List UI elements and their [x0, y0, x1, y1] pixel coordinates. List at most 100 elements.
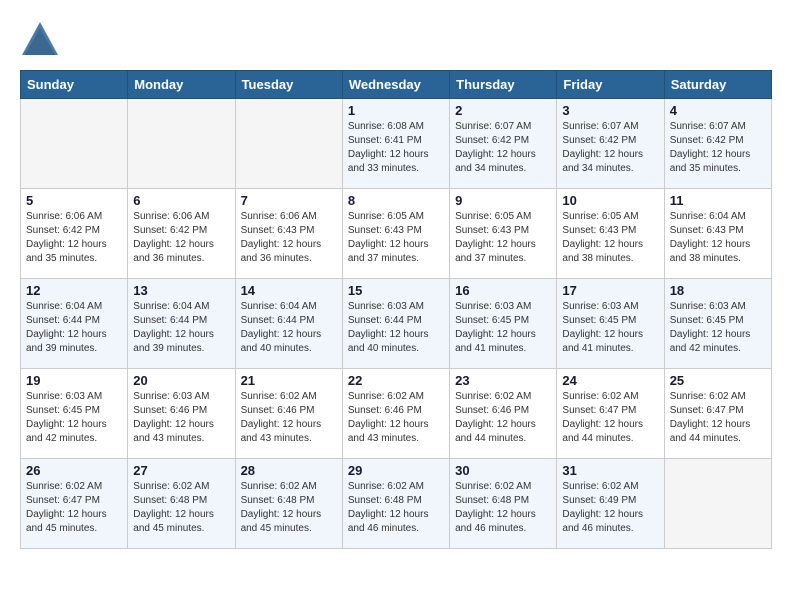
day-number: 22	[348, 373, 444, 388]
day-number: 28	[241, 463, 337, 478]
day-number: 1	[348, 103, 444, 118]
day-number: 11	[670, 193, 766, 208]
day-info: Sunrise: 6:02 AM Sunset: 6:49 PM Dayligh…	[562, 480, 658, 536]
calendar-day-27: 27 Sunrise: 6:02 AM Sunset: 6:48 PM Dayli…	[128, 459, 235, 549]
day-number: 2	[455, 103, 551, 118]
calendar-day-3: 3 Sunrise: 6:07 AM Sunset: 6:42 PM Daylig…	[557, 99, 664, 189]
calendar-day-15: 15 Sunrise: 6:03 AM Sunset: 6:44 PM Dayli…	[342, 279, 449, 369]
header-sunday: Sunday	[21, 71, 128, 99]
day-info: Sunrise: 6:03 AM Sunset: 6:45 PM Dayligh…	[26, 390, 122, 446]
day-number: 31	[562, 463, 658, 478]
day-info: Sunrise: 6:04 AM Sunset: 6:44 PM Dayligh…	[26, 300, 122, 356]
day-number: 4	[670, 103, 766, 118]
calendar-day-20: 20Sunrise: 6:03 AM Sunset: 6:46 PM Dayli…	[128, 369, 235, 459]
day-info: Sunrise: 6:02 AM Sunset: 6:47 PM Dayligh…	[562, 390, 658, 446]
calendar-day-12: 12 Sunrise: 6:04 AM Sunset: 6:44 PM Dayli…	[21, 279, 128, 369]
day-info: Sunrise: 6:02 AM Sunset: 6:46 PM Dayligh…	[455, 390, 551, 446]
calendar-day-2: 2 Sunrise: 6:07 AM Sunset: 6:42 PM Daylig…	[450, 99, 557, 189]
calendar-day-16: 16 Sunrise: 6:03 AM Sunset: 6:45 PM Dayli…	[450, 279, 557, 369]
calendar-week-row: 12 Sunrise: 6:04 AM Sunset: 6:44 PM Dayli…	[21, 279, 772, 369]
calendar-day-30: 30 Sunrise: 6:02 AM Sunset: 6:48 PM Dayli…	[450, 459, 557, 549]
calendar-day-31: 31 Sunrise: 6:02 AM Sunset: 6:49 PM Dayli…	[557, 459, 664, 549]
day-number: 25	[670, 373, 766, 388]
calendar-day-5: 5 Sunrise: 6:06 AM Sunset: 6:42 PM Daylig…	[21, 189, 128, 279]
calendar-day-11: 11 Sunrise: 6:04 AM Sunset: 6:43 PM Dayli…	[664, 189, 771, 279]
day-number: 10	[562, 193, 658, 208]
calendar-table: SundayMondayTuesdayWednesdayThursdayFrid…	[20, 70, 772, 549]
calendar-day-14: 14 Sunrise: 6:04 AM Sunset: 6:44 PM Dayli…	[235, 279, 342, 369]
calendar-header-row: SundayMondayTuesdayWednesdayThursdayFrid…	[21, 71, 772, 99]
day-number: 17	[562, 283, 658, 298]
day-info: Sunrise: 6:05 AM Sunset: 6:43 PM Dayligh…	[348, 210, 444, 266]
logo-icon	[20, 20, 60, 60]
day-number: 26	[26, 463, 122, 478]
day-info: Sunrise: 6:07 AM Sunset: 6:42 PM Dayligh…	[455, 120, 551, 176]
day-number: 3	[562, 103, 658, 118]
day-number: 19	[26, 373, 122, 388]
day-number: 21	[241, 373, 337, 388]
day-info: Sunrise: 6:06 AM Sunset: 6:42 PM Dayligh…	[26, 210, 122, 266]
day-info: Sunrise: 6:07 AM Sunset: 6:42 PM Dayligh…	[562, 120, 658, 176]
day-info: Sunrise: 6:03 AM Sunset: 6:45 PM Dayligh…	[562, 300, 658, 356]
day-number: 6	[133, 193, 229, 208]
calendar-day-25: 25 Sunrise: 6:02 AM Sunset: 6:47 PM Dayli…	[664, 369, 771, 459]
day-number: 23	[455, 373, 551, 388]
calendar-week-row: 5 Sunrise: 6:06 AM Sunset: 6:42 PM Daylig…	[21, 189, 772, 279]
header-friday: Friday	[557, 71, 664, 99]
calendar-day-10: 10 Sunrise: 6:05 AM Sunset: 6:43 PM Dayli…	[557, 189, 664, 279]
day-number: 18	[670, 283, 766, 298]
day-number: 9	[455, 193, 551, 208]
day-number: 12	[26, 283, 122, 298]
day-number: 16	[455, 283, 551, 298]
calendar-day-28: 28Sunrise: 6:02 AM Sunset: 6:48 PM Dayli…	[235, 459, 342, 549]
day-info: Sunrise: 6:02 AM Sunset: 6:47 PM Dayligh…	[670, 390, 766, 446]
day-info: Sunrise: 6:05 AM Sunset: 6:43 PM Dayligh…	[562, 210, 658, 266]
page-header	[20, 20, 772, 60]
day-number: 27	[133, 463, 229, 478]
header-wednesday: Wednesday	[342, 71, 449, 99]
calendar-empty-cell	[21, 99, 128, 189]
day-info: Sunrise: 6:02 AM Sunset: 6:48 PM Dayligh…	[133, 480, 229, 536]
calendar-empty-cell	[664, 459, 771, 549]
day-number: 30	[455, 463, 551, 478]
calendar-day-26: 26 Sunrise: 6:02 AM Sunset: 6:47 PM Dayli…	[21, 459, 128, 549]
day-number: 14	[241, 283, 337, 298]
day-info: Sunrise: 6:02 AM Sunset: 6:47 PM Dayligh…	[26, 480, 122, 536]
day-info: Sunrise: 6:08 AM Sunset: 6:41 PM Dayligh…	[348, 120, 444, 176]
day-info: Sunrise: 6:03 AM Sunset: 6:45 PM Dayligh…	[455, 300, 551, 356]
day-number: 5	[26, 193, 122, 208]
day-info: Sunrise: 6:04 AM Sunset: 6:43 PM Dayligh…	[670, 210, 766, 266]
calendar-empty-cell	[128, 99, 235, 189]
calendar-week-row: 19 Sunrise: 6:03 AM Sunset: 6:45 PM Dayli…	[21, 369, 772, 459]
day-info: Sunrise: 6:03 AM Sunset: 6:46 PM Dayligh…	[133, 390, 229, 446]
calendar-week-row: 1 Sunrise: 6:08 AM Sunset: 6:41 PM Daylig…	[21, 99, 772, 189]
calendar-day-23: 23 Sunrise: 6:02 AM Sunset: 6:46 PM Dayli…	[450, 369, 557, 459]
day-number: 8	[348, 193, 444, 208]
day-info: Sunrise: 6:04 AM Sunset: 6:44 PM Dayligh…	[241, 300, 337, 356]
calendar-week-row: 26 Sunrise: 6:02 AM Sunset: 6:47 PM Dayli…	[21, 459, 772, 549]
calendar-day-29: 29Sunrise: 6:02 AM Sunset: 6:48 PM Dayli…	[342, 459, 449, 549]
calendar-day-8: 8 Sunrise: 6:05 AM Sunset: 6:43 PM Daylig…	[342, 189, 449, 279]
day-info: Sunrise: 6:05 AM Sunset: 6:43 PM Dayligh…	[455, 210, 551, 266]
day-info: Sunrise: 6:04 AM Sunset: 6:44 PM Dayligh…	[133, 300, 229, 356]
day-info: Sunrise: 6:03 AM Sunset: 6:44 PM Dayligh…	[348, 300, 444, 356]
calendar-day-1: 1 Sunrise: 6:08 AM Sunset: 6:41 PM Daylig…	[342, 99, 449, 189]
day-number: 29	[348, 463, 444, 478]
header-tuesday: Tuesday	[235, 71, 342, 99]
day-info: Sunrise: 6:06 AM Sunset: 6:42 PM Dayligh…	[133, 210, 229, 266]
header-thursday: Thursday	[450, 71, 557, 99]
day-number: 13	[133, 283, 229, 298]
calendar-day-19: 19 Sunrise: 6:03 AM Sunset: 6:45 PM Dayli…	[21, 369, 128, 459]
calendar-day-9: 9 Sunrise: 6:05 AM Sunset: 6:43 PM Daylig…	[450, 189, 557, 279]
day-info: Sunrise: 6:03 AM Sunset: 6:45 PM Dayligh…	[670, 300, 766, 356]
day-number: 24	[562, 373, 658, 388]
day-number: 15	[348, 283, 444, 298]
calendar-day-6: 6 Sunrise: 6:06 AM Sunset: 6:42 PM Daylig…	[128, 189, 235, 279]
calendar-day-18: 18 Sunrise: 6:03 AM Sunset: 6:45 PM Dayli…	[664, 279, 771, 369]
day-info: Sunrise: 6:02 AM Sunset: 6:46 PM Dayligh…	[241, 390, 337, 446]
day-info: Sunrise: 6:07 AM Sunset: 6:42 PM Dayligh…	[670, 120, 766, 176]
calendar-empty-cell	[235, 99, 342, 189]
day-info: Sunrise: 6:02 AM Sunset: 6:48 PM Dayligh…	[455, 480, 551, 536]
header-saturday: Saturday	[664, 71, 771, 99]
calendar-day-13: 13 Sunrise: 6:04 AM Sunset: 6:44 PM Dayli…	[128, 279, 235, 369]
